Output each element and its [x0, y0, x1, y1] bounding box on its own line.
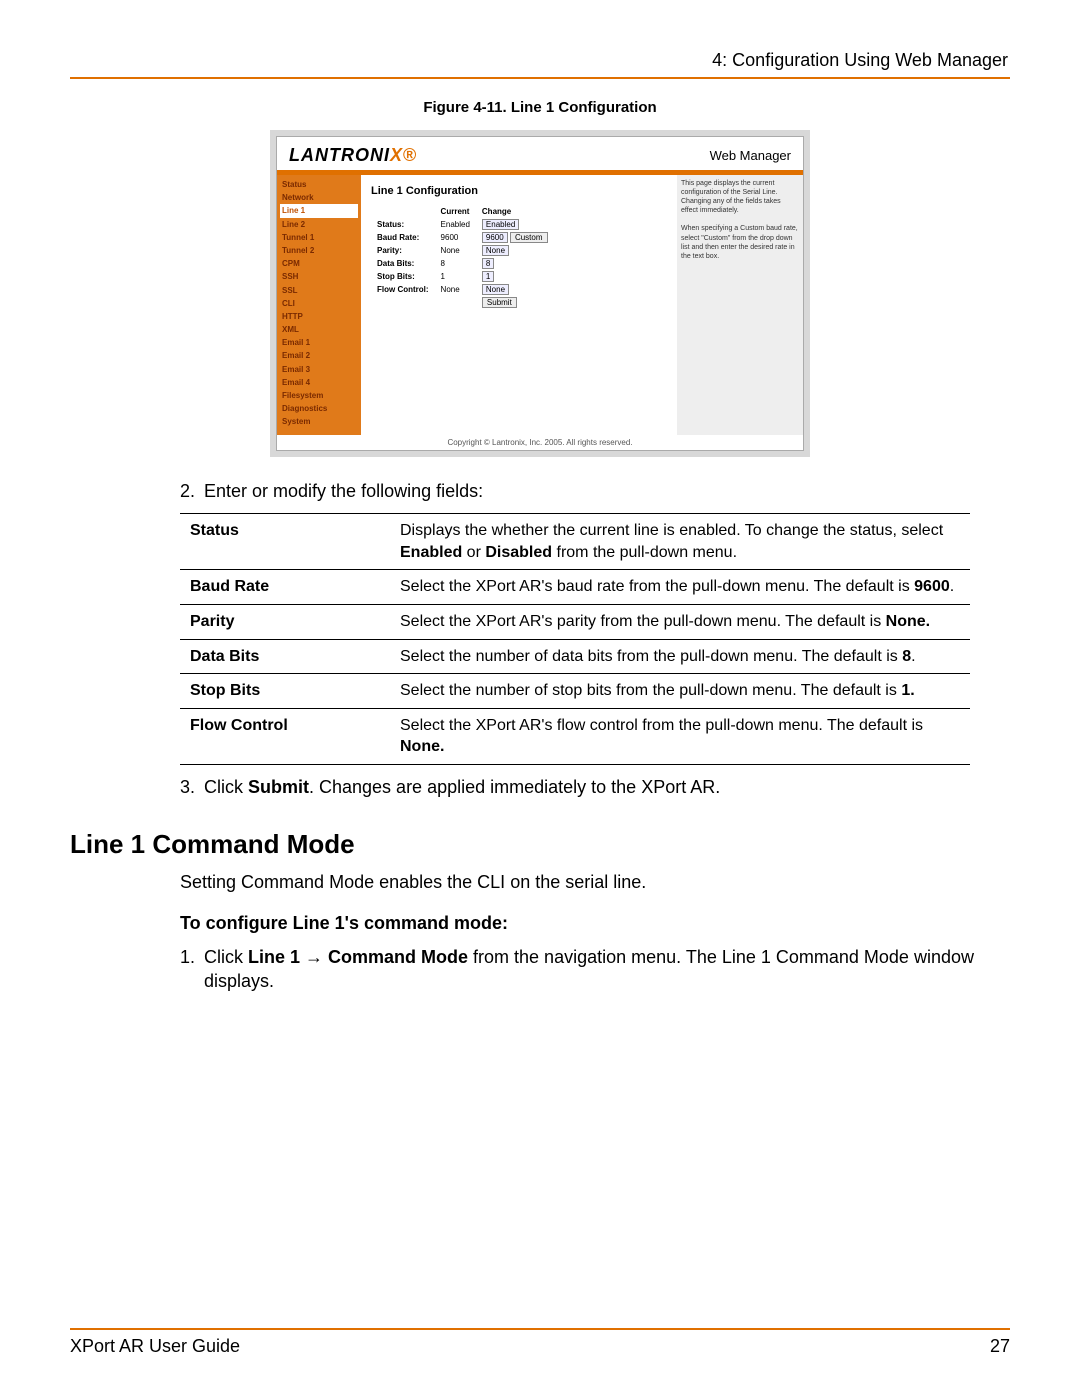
footer-guide: XPort AR User Guide: [70, 1336, 240, 1357]
sidebar-item[interactable]: SSL: [280, 284, 358, 297]
sidebar-item[interactable]: CPM: [280, 257, 358, 270]
field-name: Stop Bits: [180, 674, 390, 709]
section-subhead: To configure Line 1's command mode:: [180, 911, 1010, 935]
step-bold: Submit: [248, 777, 309, 797]
sidebar-item[interactable]: Email 4: [280, 376, 358, 389]
step-3: 3.Click Submit. Changes are applied imme…: [180, 775, 1010, 799]
row-current: 8: [435, 257, 476, 270]
sub-step-1: 1.Click Line 1 → Command Mode from the n…: [180, 945, 1010, 994]
custom-button[interactable]: Custom: [510, 232, 548, 243]
sidebar-item[interactable]: SSH: [280, 270, 358, 283]
help-text: When specifying a Custom baud rate, sele…: [681, 224, 799, 260]
table-row: Baud Rate Select the XPort AR's baud rat…: [180, 570, 970, 605]
row-current: 1: [435, 270, 476, 283]
field-desc: Select the XPort AR's parity from the pu…: [390, 605, 970, 640]
databits-select[interactable]: 8: [482, 258, 494, 269]
sidebar-item[interactable]: CLI: [280, 297, 358, 310]
row-label: Parity:: [371, 244, 435, 257]
arrow-icon: →: [305, 947, 323, 967]
field-desc: Select the XPort AR's baud rate from the…: [390, 570, 970, 605]
field-desc: Select the XPort AR's flow control from …: [390, 708, 970, 764]
sidebar-item[interactable]: Tunnel 1: [280, 231, 358, 244]
step-bold: Command Mode: [323, 947, 468, 967]
section-heading: Line 1 Command Mode: [70, 827, 1010, 862]
sidebar-item[interactable]: Status: [280, 178, 358, 191]
copyright: Copyright © Lantronix, Inc. 2005. All ri…: [277, 435, 803, 450]
sidebar-item[interactable]: Email 3: [280, 363, 358, 376]
step-2: 2.Enter or modify the following fields:: [180, 479, 1010, 503]
page-header: 4: Configuration Using Web Manager: [70, 50, 1010, 77]
step-text: Click: [204, 947, 248, 967]
parity-select[interactable]: None: [482, 245, 509, 256]
row-label: Flow Control:: [371, 283, 435, 296]
field-name: Flow Control: [180, 708, 390, 764]
header-rule: [70, 77, 1010, 79]
sidebar-item[interactable]: Email 1: [280, 336, 358, 349]
sidebar-item[interactable]: HTTP: [280, 310, 358, 323]
status-select[interactable]: Enabled: [482, 219, 519, 230]
panel-title: Line 1 Configuration: [371, 185, 667, 197]
sidebar: Status Network Line 1 Line 2 Tunnel 1 Tu…: [277, 175, 361, 435]
step-text: Click: [204, 777, 248, 797]
sidebar-item[interactable]: Tunnel 2: [280, 244, 358, 257]
sidebar-item[interactable]: Network: [280, 191, 358, 204]
field-name: Data Bits: [180, 639, 390, 674]
help-text: This page displays the current configura…: [681, 179, 799, 215]
row-current: 9600: [435, 231, 476, 244]
table-row: Parity Select the XPort AR's parity from…: [180, 605, 970, 640]
fields-table: Status Displays the whether the current …: [180, 513, 970, 765]
table-row: Flow Control Select the XPort AR's flow …: [180, 708, 970, 764]
field-desc: Select the number of data bits from the …: [390, 639, 970, 674]
logo-text: LANTRONI: [289, 145, 390, 165]
col-change: Change: [476, 205, 554, 218]
row-label: Stop Bits:: [371, 270, 435, 283]
figure-caption: Figure 4-11. Line 1 Configuration: [70, 99, 1010, 116]
row-current: None: [435, 244, 476, 257]
step-text: Enter or modify the following fields:: [204, 481, 483, 501]
lantronix-logo: LANTRONIX®: [289, 145, 417, 166]
field-name: Parity: [180, 605, 390, 640]
web-manager-label: Web Manager: [710, 148, 791, 163]
field-desc: Displays the whether the current line is…: [390, 514, 970, 570]
row-current: Enabled: [435, 218, 476, 231]
help-panel: This page displays the current configura…: [677, 175, 803, 435]
field-name: Baud Rate: [180, 570, 390, 605]
table-row: Stop Bits Select the number of stop bits…: [180, 674, 970, 709]
sidebar-item[interactable]: Diagnostics: [280, 402, 358, 415]
step-text: . Changes are applied immediately to the…: [309, 777, 720, 797]
row-current: None: [435, 283, 476, 296]
config-panel: Line 1 Configuration CurrentChange Statu…: [361, 175, 677, 435]
footer-page: 27: [990, 1336, 1010, 1357]
flow-select[interactable]: None: [482, 284, 509, 295]
sidebar-item[interactable]: Line 1: [280, 204, 358, 217]
logo-x: X: [390, 145, 403, 165]
step-bold: Line 1: [248, 947, 305, 967]
field-name: Status: [180, 514, 390, 570]
sidebar-item[interactable]: System: [280, 415, 358, 428]
sidebar-item[interactable]: XML: [280, 323, 358, 336]
baud-select[interactable]: 9600: [482, 232, 508, 243]
field-desc: Select the number of stop bits from the …: [390, 674, 970, 709]
sidebar-item[interactable]: Filesystem: [280, 389, 358, 402]
col-current: Current: [435, 205, 476, 218]
figure-screenshot: LANTRONIX® Web Manager Status Network Li…: [270, 130, 810, 457]
table-row: Data Bits Select the number of data bits…: [180, 639, 970, 674]
table-row: Status Displays the whether the current …: [180, 514, 970, 570]
sidebar-item[interactable]: Line 2: [280, 218, 358, 231]
row-label: Status:: [371, 218, 435, 231]
row-label: Baud Rate:: [371, 231, 435, 244]
submit-button[interactable]: Submit: [482, 297, 517, 308]
section-intro: Setting Command Mode enables the CLI on …: [180, 870, 1010, 894]
footer-rule: [70, 1328, 1010, 1330]
sidebar-item[interactable]: Email 2: [280, 349, 358, 362]
row-label: Data Bits:: [371, 257, 435, 270]
stopbits-select[interactable]: 1: [482, 271, 494, 282]
